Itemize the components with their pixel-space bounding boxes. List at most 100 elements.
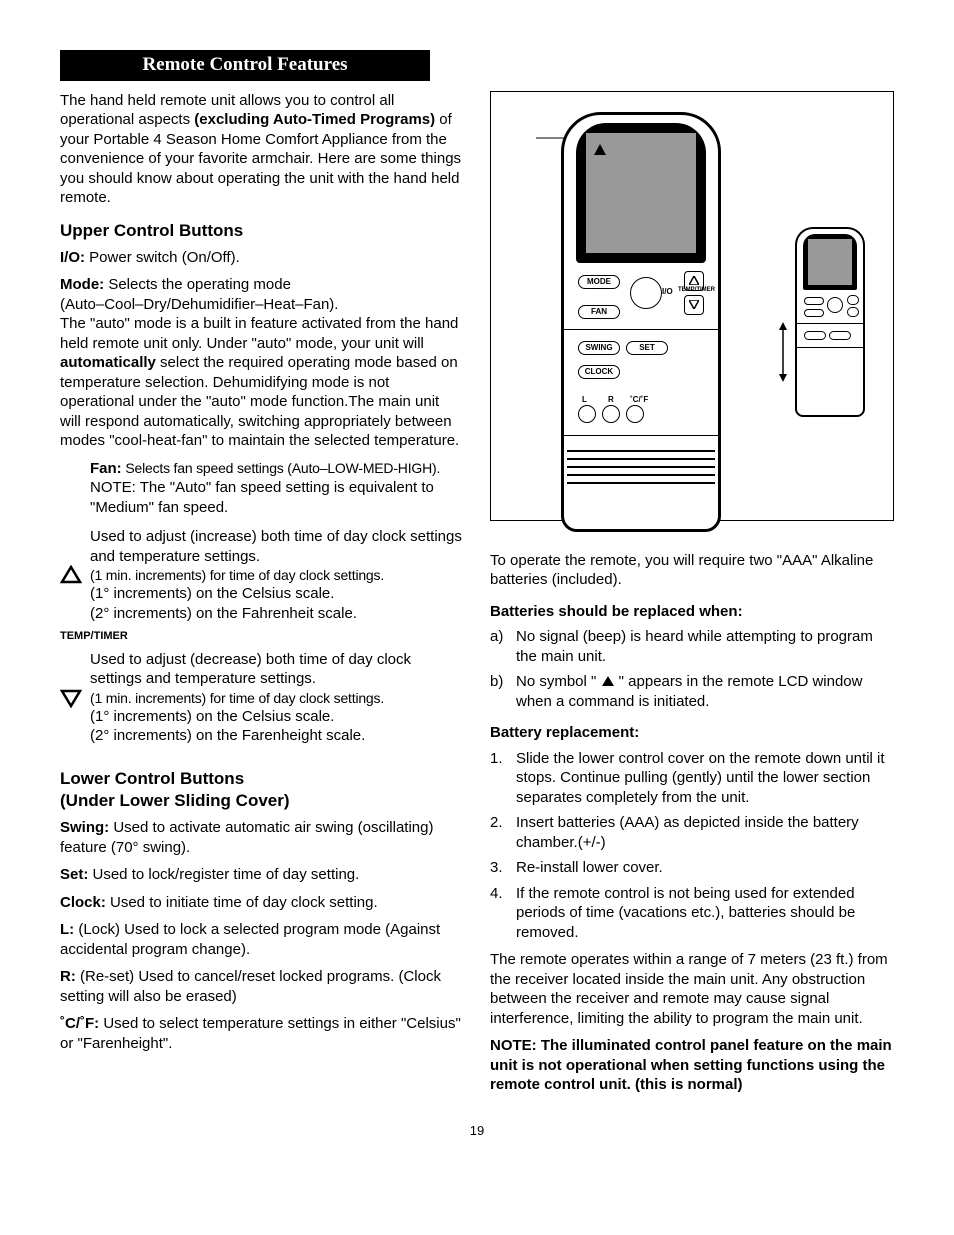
cf-label: ˚C/˚F: [60, 1015, 99, 1032]
io-text: Power switch (On/Off). [85, 249, 240, 266]
mode-row: Mode: Selects the operating mode [60, 275, 464, 295]
l-row: L: (Lock) Used to lock a selected progra… [60, 920, 464, 959]
step-2-text: Insert batteries (AAA) as depicted insid… [516, 813, 894, 852]
swing-text: Used to activate automatic air swing (os… [60, 819, 433, 856]
r-label: R: [60, 968, 76, 985]
clock-label: Clock: [60, 894, 106, 911]
marker-3: 3. [490, 858, 508, 878]
r-reset-label: R [608, 395, 614, 405]
temp-down-button [684, 295, 704, 315]
replace-a-text: No signal (beep) is heard while attempti… [516, 627, 894, 666]
r-text: (Re-set) Used to cancel/reset locked pro… [60, 968, 441, 1005]
range-text: The remote operates within a range of 7 … [490, 950, 894, 1028]
marker-1: 1. [490, 749, 508, 808]
set-row: Set: Used to lock/register time of day s… [60, 865, 464, 885]
marker-a: a) [490, 627, 508, 666]
temp-timer-label: TEMP/TIMER [60, 629, 464, 643]
mode-auto-bold: automatically [60, 354, 156, 371]
upper-controls-heading: Upper Control Buttons [60, 220, 464, 242]
r-row: R: (Re-set) Used to cancel/reset locked … [60, 967, 464, 1006]
battery-heading: Battery replacement: [490, 723, 894, 743]
r-button [602, 405, 620, 423]
replace-b-text: No symbol " " appears in the remote LCD … [516, 672, 894, 711]
io-button [630, 277, 662, 309]
down-line3: (1° increments) on the Celsius scale. [90, 707, 464, 727]
up-line1: Used to adjust (increase) both time of d… [90, 527, 464, 566]
intro-paragraph: The hand held remote unit allows you to … [60, 91, 464, 208]
clock-row: Clock: Used to initiate time of day cloc… [60, 893, 464, 913]
mode-text-1: Selects the operating mode [104, 276, 291, 293]
replace-list: a) No signal (beep) is heard while attem… [490, 627, 894, 711]
l-button [578, 405, 596, 423]
step-4-text: If the remote control is not being used … [516, 884, 894, 943]
io-label: I/O: [60, 249, 85, 266]
step-3: 3. Re-install lower cover. [490, 858, 894, 878]
fan-label: Fan: [90, 460, 122, 477]
set-text: Used to lock/register time of day settin… [88, 866, 359, 883]
up-line2: (1 min. increments) for time of day cloc… [90, 566, 464, 584]
note-text: NOTE: The illuminated control panel feat… [490, 1036, 894, 1095]
intro-bold: (excluding Auto-Timed Programs) [194, 111, 435, 128]
mode-paragraph: The "auto" mode is a built in feature ac… [60, 314, 464, 451]
set-button: SET [626, 341, 668, 355]
up-line3: (1° increments) on the Celsius scale. [90, 584, 464, 604]
section-header: Remote Control Features [60, 50, 430, 81]
mode-para-a: The "auto" mode is a built in feature ac… [60, 315, 458, 352]
fan-button: FAN [578, 305, 620, 319]
remote-large: MODE FAN I/O TEMP/TIMER SWING SET C [561, 112, 721, 532]
signal-triangle-icon [594, 141, 606, 161]
lower-heading-1: Lower Control Buttons [60, 768, 464, 790]
cf-button [626, 405, 644, 423]
right-column: MODE FAN I/O TEMP/TIMER SWING SET C [490, 91, 894, 1103]
swing-label: Swing: [60, 819, 109, 836]
marker-2: 2. [490, 813, 508, 852]
down-line2: (1 min. increments) for time of day cloc… [90, 689, 464, 707]
mode-button: MODE [578, 275, 620, 289]
swing-button: SWING [578, 341, 620, 355]
battery-steps: 1.Slide the lower control cover on the r… [490, 749, 894, 943]
remote-diagram: MODE FAN I/O TEMP/TIMER SWING SET C [490, 91, 894, 521]
up-arrow-block: Used to adjust (increase) both time of d… [60, 527, 464, 623]
io-label: I/O [662, 287, 673, 297]
slide-arrow-icon [777, 322, 789, 388]
remote-small [795, 227, 865, 417]
l-label: L: [60, 921, 74, 938]
up-line4: (2° increments) on the Fahrenheit scale. [90, 604, 464, 624]
temp-up-button [684, 271, 704, 291]
marker-b: b) [490, 672, 508, 711]
step-2: 2.Insert batteries (AAA) as depicted ins… [490, 813, 894, 852]
marker-4: 4. [490, 884, 508, 943]
down-arrow-block: Used to adjust (decrease) both time of d… [60, 650, 464, 746]
clock-text: Used to initiate time of day clock setti… [106, 894, 378, 911]
mode-label: Mode: [60, 276, 104, 293]
replace-item-b: b) No symbol " " appears in the remote L… [490, 672, 894, 711]
replace-item-a: a) No signal (beep) is heard while attem… [490, 627, 894, 666]
cf-text: Used to select temperature settings in e… [60, 1015, 461, 1052]
b-text-1: No symbol " [516, 673, 601, 690]
replace-heading: Batteries should be replaced when: [490, 602, 894, 622]
triangle-down-icon [60, 688, 82, 708]
step-1: 1.Slide the lower control cover on the r… [490, 749, 894, 808]
step-3-text: Re-install lower cover. [516, 858, 663, 878]
lower-heading-2: (Under Lower Sliding Cover) [60, 790, 464, 812]
clock-button: CLOCK [578, 365, 620, 379]
page-number: 19 [60, 1123, 894, 1140]
down-line1: Used to adjust (decrease) both time of d… [90, 650, 464, 689]
l-reset-label: L [582, 395, 587, 405]
down-line4: (2° increments) on the Farenheight scale… [90, 726, 464, 746]
fan-note: NOTE: The "Auto" fan speed setting is eq… [90, 478, 464, 517]
set-label: Set: [60, 866, 88, 883]
cf-row: ˚C/˚F: Used to select temperature settin… [60, 1014, 464, 1053]
operate-text: To operate the remote, you will require … [490, 551, 894, 590]
fan-row: Fan: Selects fan speed settings (Auto–LO… [90, 459, 464, 479]
cf-small-label: ˚C/˚F [630, 395, 648, 405]
step-4: 4.If the remote control is not being use… [490, 884, 894, 943]
swing-row: Swing: Used to activate automatic air sw… [60, 818, 464, 857]
fan-text-1: Selects fan speed settings (Auto–LOW-MED… [122, 460, 440, 476]
mode-line2: (Auto–Cool–Dry/Dehumidifier–Heat–Fan). [60, 295, 464, 315]
triangle-inline-icon [601, 675, 615, 687]
step-1-text: Slide the lower control cover on the rem… [516, 749, 894, 808]
remote-screen [576, 123, 706, 263]
triangle-up-icon [60, 565, 82, 585]
l-text: (Lock) Used to lock a selected program m… [60, 921, 440, 958]
